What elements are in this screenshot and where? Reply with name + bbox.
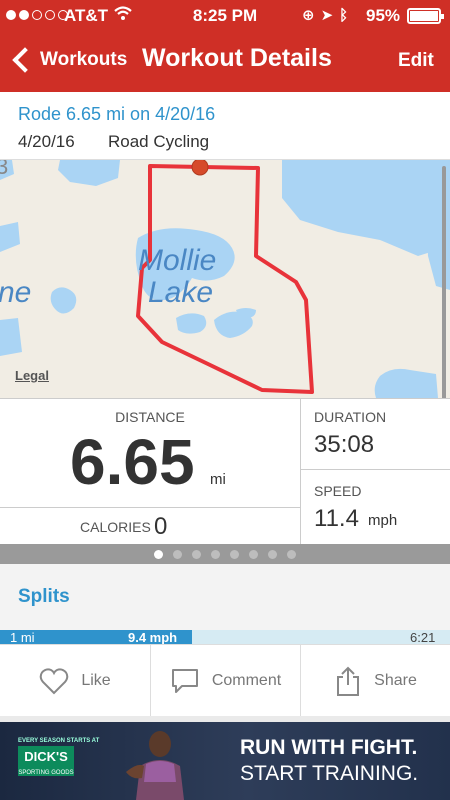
- splits-section: Splits 1 mi 9.4 mph 6:21: [0, 564, 450, 644]
- page-title: Workout Details: [142, 44, 332, 72]
- share-icon: [337, 666, 360, 696]
- distance-label: DISTANCE: [115, 409, 185, 425]
- ad-subheadline: START TRAINING.: [240, 762, 419, 785]
- lake-label-line1: Mollie: [138, 244, 217, 277]
- like-label: Like: [81, 672, 111, 689]
- ad-headline: RUN WITH FIGHT.: [240, 736, 418, 759]
- comment-label: Comment: [211, 672, 282, 689]
- battery-icon: [407, 8, 444, 24]
- runner-image: [126, 731, 184, 800]
- page-dot[interactable]: [249, 549, 258, 559]
- ad-logo-subtitle: SPORTING GOODS: [18, 770, 74, 776]
- divider: [300, 469, 450, 470]
- speed-label: SPEED: [314, 483, 362, 499]
- speed-unit: mph: [368, 512, 398, 529]
- distance-unit: mi: [210, 471, 226, 488]
- comment-button[interactable]: Comment: [150, 645, 300, 717]
- speed-value: 11.4: [314, 505, 359, 532]
- split-row: 1 mi 9.4 mph 6:21: [0, 630, 450, 644]
- calories-label: CALORIES: [80, 519, 151, 535]
- map-canvas: [0, 160, 450, 398]
- duration-label: DURATION: [314, 409, 387, 425]
- location-arrow-icon: ➤: [320, 7, 340, 24]
- split-speed: 9.4 mph: [128, 630, 178, 644]
- back-button[interactable]: Workouts: [10, 40, 127, 80]
- divider: [300, 399, 301, 545]
- bluetooth-icon: ᛒ: [339, 7, 355, 24]
- workout-stats: DISTANCE 6.65 mi DURATION 35:08 SPEED 11…: [0, 398, 450, 545]
- back-button-label: Workouts: [40, 49, 128, 70]
- page-dot[interactable]: [173, 549, 182, 559]
- ad-tagline: EVERY SEASON STARTS AT: [18, 738, 100, 744]
- map-legal-link[interactable]: Legal: [15, 368, 49, 383]
- workout-activity-type: Road Cycling: [108, 132, 210, 151]
- page-dot[interactable]: [268, 549, 277, 559]
- comment-icon: [171, 669, 198, 693]
- heart-icon: [40, 668, 69, 695]
- ad-banner[interactable]: EVERY SEASON STARTS AT DICK'S SPORTING G…: [0, 722, 450, 800]
- share-button[interactable]: Share: [300, 645, 450, 717]
- map-road-number: 3: [0, 160, 9, 179]
- chevron-left-icon: [12, 47, 38, 73]
- route-map[interactable]: Mollie Lake ne 3 Legal: [0, 160, 450, 398]
- page-dot[interactable]: [230, 549, 239, 559]
- map-water: [0, 160, 450, 398]
- divider: [0, 507, 300, 508]
- workout-date: 4/20/16: [18, 132, 75, 151]
- splits-title: Splits: [18, 586, 70, 607]
- action-bar: Like Comment Share: [0, 644, 450, 717]
- duration-value: 35:08: [314, 431, 375, 458]
- split-time: 6:21: [410, 630, 436, 644]
- page-dot-active[interactable]: [154, 549, 163, 559]
- scrollbar[interactable]: [442, 166, 446, 398]
- split-mile: 1 mi: [10, 630, 35, 644]
- battery-percentage: 95%: [366, 6, 401, 25]
- page-dot[interactable]: [211, 549, 220, 559]
- page-dot[interactable]: [287, 549, 296, 559]
- orientation-lock-icon: ⊕: [302, 7, 321, 24]
- map-partial-label: ne: [0, 276, 32, 309]
- calories-value: 0: [154, 513, 168, 540]
- lake-label-line2: Lake: [148, 276, 214, 309]
- workout-header: Rode 6.65 mi on 4/20/16 4/20/16 Road Cyc…: [0, 92, 450, 160]
- like-button[interactable]: Like: [0, 645, 150, 717]
- page-indicator[interactable]: [0, 544, 450, 564]
- route-start-marker: [191, 160, 209, 176]
- page-dot[interactable]: [192, 549, 201, 559]
- distance-value: 6.65: [70, 426, 195, 498]
- share-label: Share: [374, 672, 417, 689]
- edit-button[interactable]: Edit: [398, 50, 434, 72]
- workout-title: Rode 6.65 mi on 4/20/16: [18, 104, 216, 124]
- top-bar: AT&T 8:25 PM ⊕➤ᛒ 95% Workouts Workout De…: [0, 0, 450, 92]
- status-bar: AT&T 8:25 PM ⊕➤ᛒ 95%: [0, 0, 450, 32]
